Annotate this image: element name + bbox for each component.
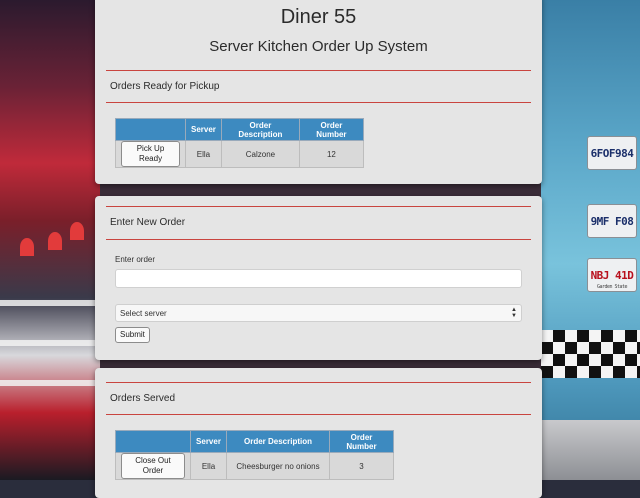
column-header-server: Server xyxy=(190,430,227,453)
divider xyxy=(106,382,531,383)
license-plate: 9MF F08 xyxy=(587,204,637,238)
table-row: Close Out Order Ella Cheesburger no onio… xyxy=(115,452,394,480)
column-header-action xyxy=(115,118,186,141)
section-heading-pickup: Orders Ready for Pickup xyxy=(110,81,220,92)
select-arrows-icon: ▲ ▼ xyxy=(511,307,517,319)
column-header-description: Order Description xyxy=(220,118,300,141)
served-table: Server Order Description Order Number Cl… xyxy=(115,430,394,480)
pickup-panel: Diner 55 Server Kitchen Order Up System … xyxy=(95,0,542,184)
order-input[interactable] xyxy=(115,269,522,288)
booth-stripe xyxy=(0,340,100,346)
divider xyxy=(106,102,531,103)
divider xyxy=(106,414,531,415)
served-panel: Orders Served Server Order Description O… xyxy=(95,368,542,498)
column-header-description: Order Description xyxy=(226,430,330,453)
app-title: Diner 55 xyxy=(280,6,357,28)
server-select-value: Select server xyxy=(120,308,167,318)
section-heading-new-order: Enter New Order xyxy=(110,217,186,228)
lamp-icon xyxy=(20,238,34,256)
divider xyxy=(106,239,531,240)
server-cell: Ella xyxy=(185,140,222,168)
description-cell: Calzone xyxy=(220,140,300,168)
order-input-label: Enter order xyxy=(115,255,156,264)
column-header-number: Order Number xyxy=(329,430,394,453)
diner-interior-image xyxy=(0,0,100,480)
table-header-row: Server Order Description Order Number xyxy=(115,118,364,141)
description-cell: Cheesburger no onions xyxy=(226,452,330,480)
order-number-cell: 12 xyxy=(298,140,364,168)
divider xyxy=(106,206,531,207)
table-row: Pick Up Ready Ella Calzone 12 xyxy=(115,140,364,168)
close-out-order-button[interactable]: Close Out Order xyxy=(121,453,185,479)
pick-up-ready-button[interactable]: Pick Up Ready xyxy=(121,141,180,167)
checkered-trim xyxy=(541,330,640,378)
counter-top xyxy=(541,420,640,480)
booth-stripe xyxy=(0,380,100,386)
license-plate-wall-image: 6FOF984 9MF F08 NBJ 41D Garden State xyxy=(541,0,640,480)
new-order-panel: Enter New Order Enter order xyxy=(95,196,542,360)
license-plate: NBJ 41D Garden State xyxy=(587,258,637,292)
lamp-icon xyxy=(48,232,62,250)
column-header-server: Server xyxy=(185,118,222,141)
server-select[interactable]: Select server ▲ ▼ xyxy=(115,304,522,322)
table-header-row: Server Order Description Order Number xyxy=(115,430,394,453)
section-heading-served: Orders Served xyxy=(110,393,176,404)
divider xyxy=(106,70,531,71)
license-plate: 6FOF984 xyxy=(587,136,637,170)
booth-stripe xyxy=(0,300,100,306)
server-cell: Ella xyxy=(190,452,227,480)
action-cell: Close Out Order xyxy=(115,452,191,480)
column-header-number: Order Number xyxy=(298,118,364,141)
order-number-cell: 3 xyxy=(329,452,394,480)
column-header-action xyxy=(115,430,191,453)
app-subtitle: Server Kitchen Order Up System xyxy=(209,38,428,55)
pickup-table: Server Order Description Order Number Pi… xyxy=(115,118,364,168)
submit-button[interactable]: Submit xyxy=(115,327,150,343)
action-cell: Pick Up Ready xyxy=(115,140,186,168)
lamp-icon xyxy=(70,222,84,240)
